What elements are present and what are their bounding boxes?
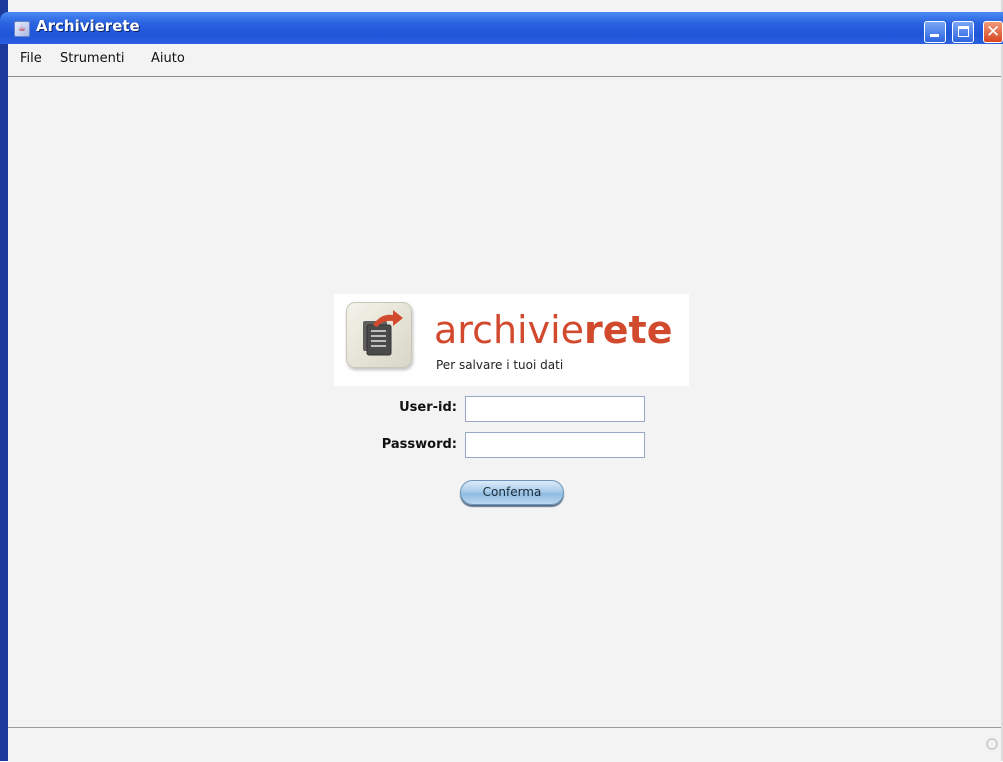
- password-field[interactable]: [465, 432, 645, 458]
- status-bar: [8, 727, 1001, 762]
- maximize-icon: [958, 26, 969, 37]
- menu-file[interactable]: File: [20, 51, 42, 66]
- document-arrow-icon: [346, 302, 412, 368]
- title-bar[interactable]: ☕ Archivierete ✕: [0, 12, 1003, 44]
- confirm-button[interactable]: Conferma: [460, 480, 564, 505]
- menu-strumenti[interactable]: Strumenti: [60, 51, 125, 66]
- java-cup-icon: ☕: [14, 21, 30, 37]
- password-label: Password:: [381, 437, 457, 452]
- userid-field[interactable]: [465, 396, 645, 422]
- maximize-button[interactable]: [952, 21, 974, 43]
- menu-bar: File Strumenti Aiuto: [8, 44, 1001, 77]
- close-icon: ✕: [986, 22, 1001, 42]
- close-button[interactable]: ✕: [983, 21, 1003, 43]
- minimize-icon: [930, 34, 939, 37]
- userid-label: User-id:: [399, 400, 457, 415]
- logo-banner: archivierete Per salvare i tuoi dati: [334, 294, 689, 386]
- brand-wordmark: archivierete: [434, 308, 673, 352]
- minimize-button[interactable]: [924, 21, 946, 43]
- window-title: Archivierete: [36, 17, 140, 35]
- brand-word-part1: archivie: [434, 308, 585, 352]
- menu-aiuto[interactable]: Aiuto: [151, 51, 185, 66]
- busy-indicator-icon: [986, 738, 998, 750]
- brand-word-part2: rete: [584, 308, 673, 352]
- brand-tagline: Per salvare i tuoi dati: [436, 358, 564, 372]
